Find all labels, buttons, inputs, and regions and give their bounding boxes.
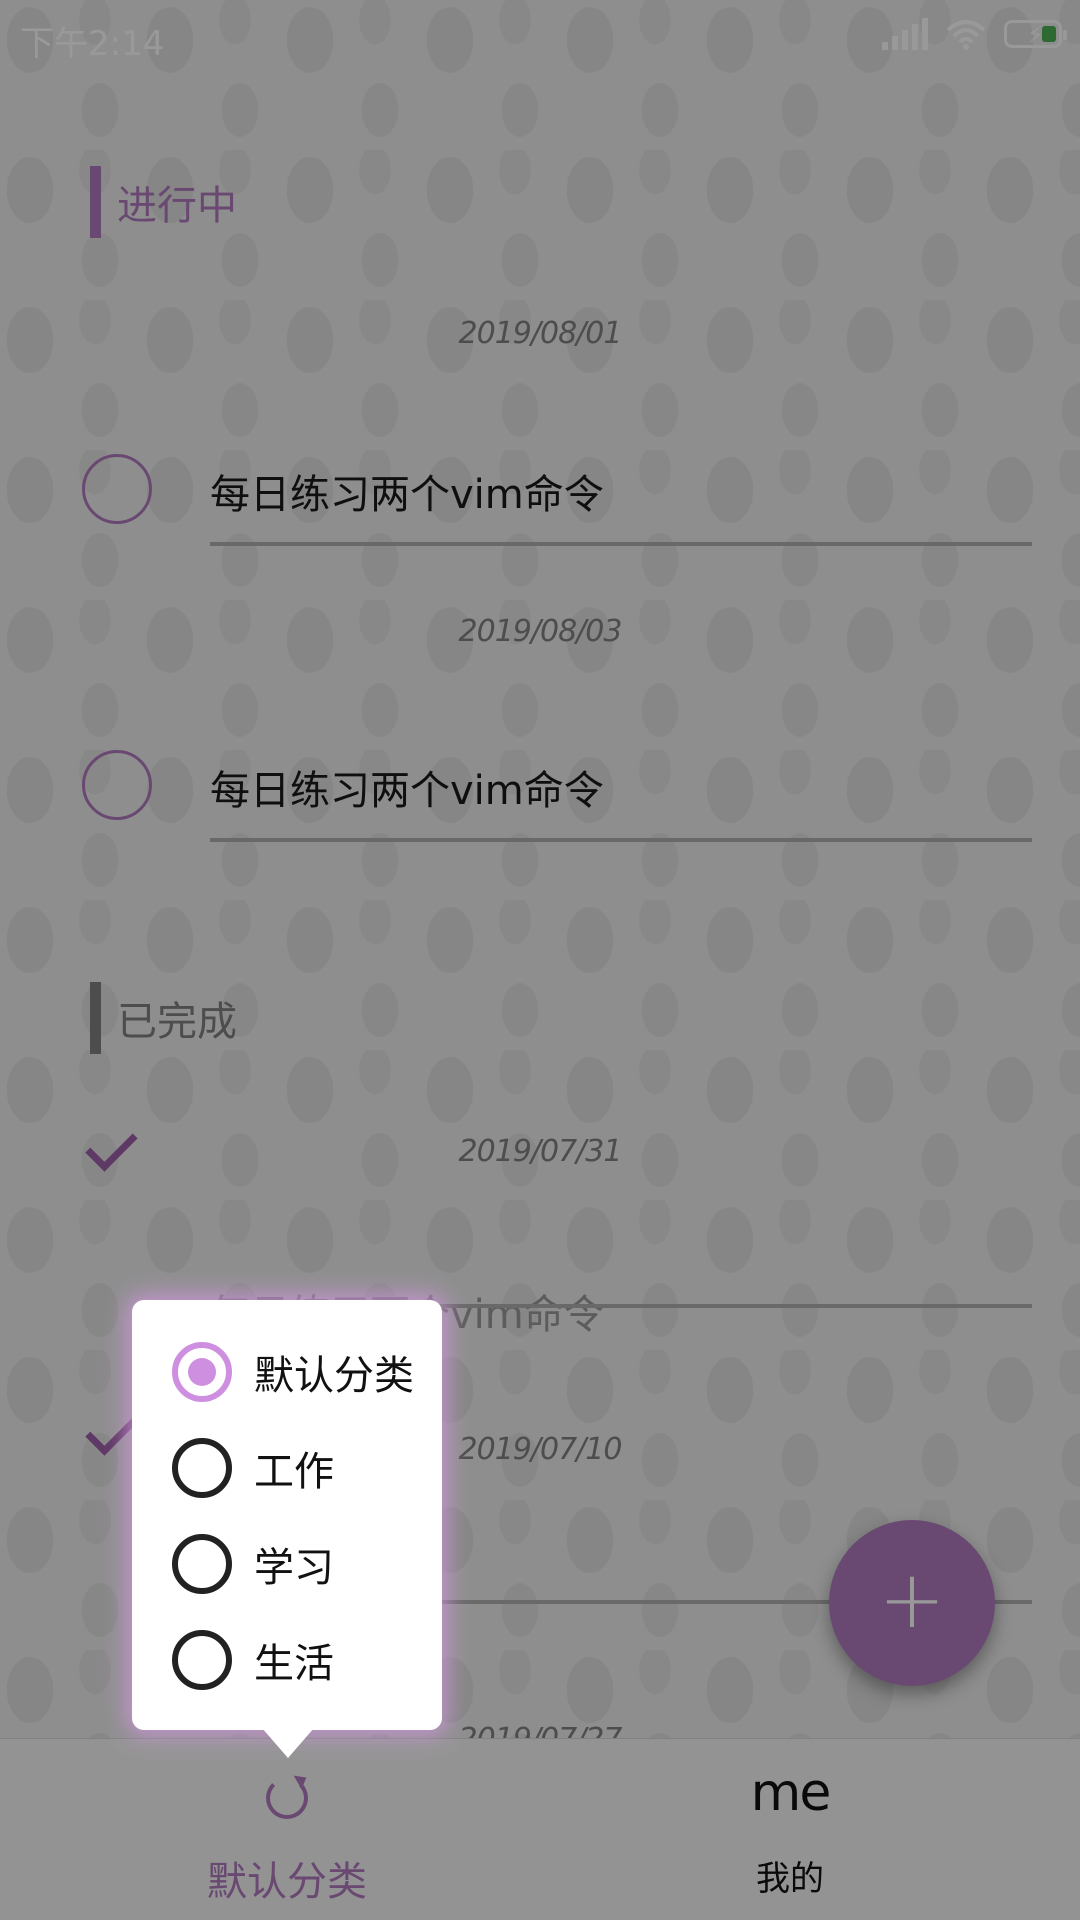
category-option-life[interactable]: 生活 xyxy=(172,1630,334,1690)
category-option-study[interactable]: 学习 xyxy=(172,1534,334,1594)
radio-selected[interactable] xyxy=(172,1342,232,1402)
category-option-default[interactable]: 默认分类 xyxy=(172,1342,414,1402)
category-popup: 默认分类 工作 学习 生活 xyxy=(132,1300,442,1730)
category-option-label: 生活 xyxy=(254,1641,334,1687)
popup-pointer xyxy=(262,1728,314,1758)
radio-unselected[interactable] xyxy=(172,1534,232,1594)
category-option-work[interactable]: 工作 xyxy=(172,1438,334,1498)
category-option-label: 工作 xyxy=(254,1449,334,1495)
category-option-label: 默认分类 xyxy=(254,1353,414,1399)
app-screen: 下午2:14 ⚡ 进行中 2019/08/01 每日练习两个vim命令 2019… xyxy=(0,0,1080,1920)
radio-unselected[interactable] xyxy=(172,1630,232,1690)
category-option-label: 学习 xyxy=(254,1545,334,1591)
radio-unselected[interactable] xyxy=(172,1438,232,1498)
